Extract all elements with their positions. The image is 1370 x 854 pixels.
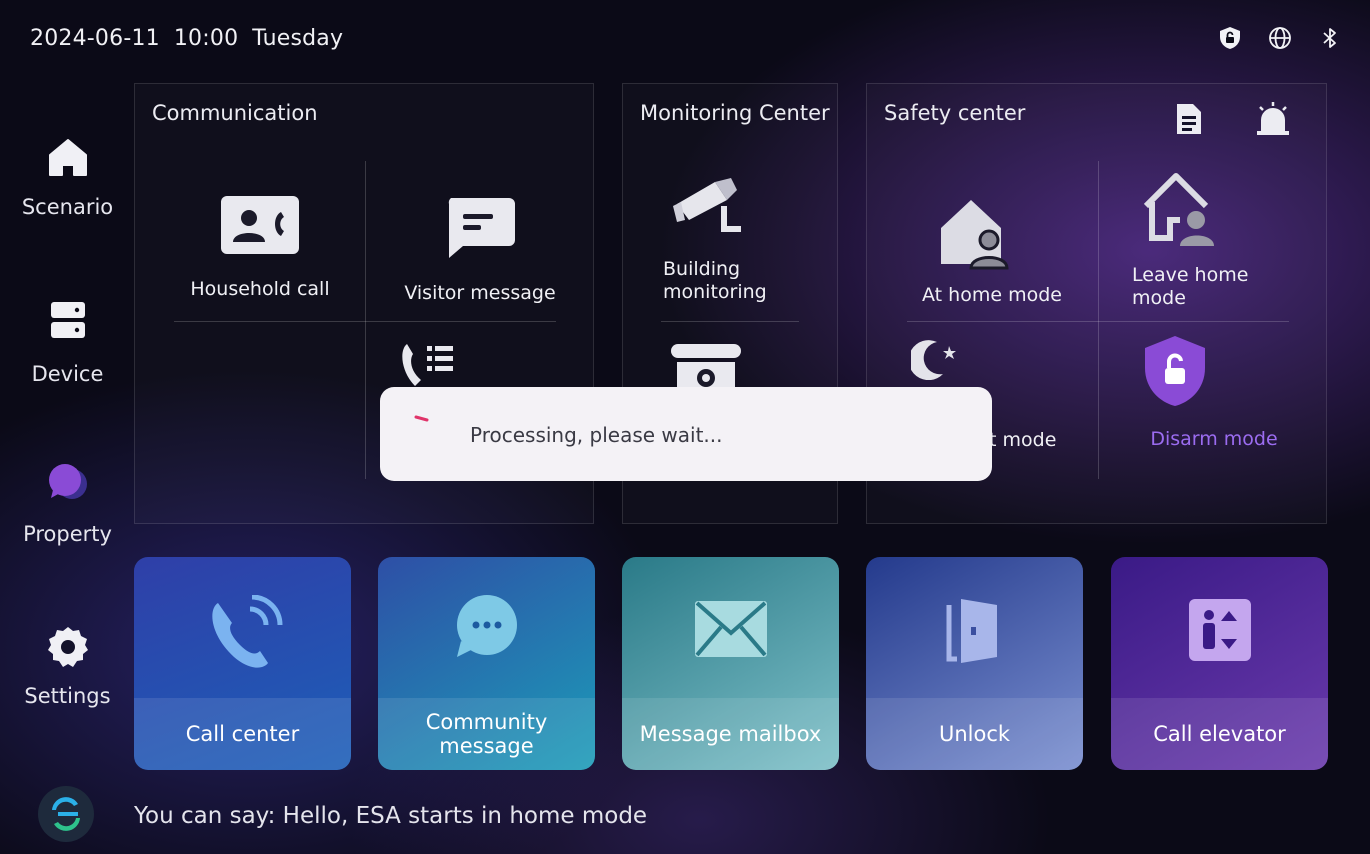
- voice-hint-text: You can say: Hello, ESA starts in home m…: [134, 803, 648, 829]
- household-call-icon: [219, 194, 301, 256]
- tile-footer: Message mailbox: [622, 698, 839, 770]
- sidebar-label-device: Device: [31, 362, 104, 386]
- night-mode-icon[interactable]: [908, 340, 961, 384]
- community-message-label: Community message: [425, 710, 548, 758]
- leave-home-mode-button[interactable]: Leave home mode: [1132, 168, 1302, 310]
- voice-assistant-button[interactable]: [34, 784, 98, 848]
- building-monitoring-label: Building monitoring: [663, 258, 767, 303]
- status-time: 10:00: [173, 26, 239, 51]
- monitoring-title: Monitoring Center: [640, 101, 830, 125]
- status-bar-datetime: 2024-06-11 10:00 Tuesday: [30, 26, 343, 51]
- call-center-label: Call center: [185, 722, 300, 746]
- unlock-label: Unlock: [938, 722, 1011, 746]
- leave-home-icon: [1140, 168, 1302, 252]
- voice-assistant-logo-icon: [34, 786, 98, 848]
- divider: [365, 161, 366, 479]
- sidebar-item-settings[interactable]: Settings: [0, 624, 135, 708]
- tile-footer: Call elevator: [1111, 698, 1328, 770]
- call-center-tile[interactable]: Call center: [134, 557, 351, 770]
- sidebar-item-device[interactable]: Device: [0, 298, 135, 386]
- call-elevator-label: Call elevator: [1153, 722, 1286, 746]
- tile-footer: Community message: [378, 698, 595, 770]
- status-date: 2024-06-11: [30, 26, 160, 51]
- status-weekday: Tuesday: [252, 26, 344, 51]
- gear-icon: [0, 624, 135, 670]
- disarm-shield-icon: [1141, 334, 1209, 408]
- document-log-icon[interactable]: [1173, 102, 1203, 140]
- bluetooth-icon[interactable]: [1316, 24, 1344, 52]
- message-mailbox-label: Message mailbox: [639, 722, 822, 746]
- disarm-mode-button[interactable]: Disarm mode: [1119, 334, 1309, 451]
- visitor-message-button[interactable]: Visitor message: [385, 196, 575, 305]
- at-home-mode-label: At home mode: [922, 284, 1062, 306]
- alarm-light-icon[interactable]: [1255, 100, 1291, 140]
- at-home-mode-button[interactable]: At home mode: [897, 194, 1087, 307]
- security-shield-icon: [1216, 24, 1244, 52]
- home-person-icon: [937, 194, 1013, 270]
- disarm-mode-label: Disarm mode: [1150, 428, 1278, 450]
- sidebar-label-scenario: Scenario: [21, 195, 114, 219]
- safety-title: Safety center: [884, 101, 1026, 125]
- sidebar-label-property: Property: [23, 522, 112, 546]
- visitor-message-label: Visitor message: [404, 282, 556, 304]
- communication-title: Communication: [152, 101, 318, 125]
- tile-footer: Unlock: [866, 698, 1083, 770]
- tile-footer: Call center: [134, 698, 351, 770]
- sidebar-label-settings: Settings: [24, 684, 111, 708]
- household-call-label: Household call: [190, 278, 330, 300]
- processing-message: Processing, please wait...: [470, 423, 723, 447]
- sidebar-item-scenario[interactable]: Scenario: [0, 135, 135, 219]
- sidebar-item-property[interactable]: Property: [0, 460, 135, 546]
- chat-bubbles-icon: [0, 460, 135, 504]
- divider: [907, 321, 1289, 322]
- server-icon: [0, 298, 135, 342]
- cctv-camera-icon: [671, 176, 823, 242]
- community-message-tile[interactable]: Community message: [378, 557, 595, 770]
- divider: [174, 321, 556, 322]
- divider: [661, 321, 799, 322]
- message-mailbox-tile[interactable]: Message mailbox: [622, 557, 839, 770]
- home-icon: [0, 135, 135, 181]
- leave-home-mode-label: Leave home mode: [1132, 264, 1249, 309]
- loading-spinner-icon: [414, 409, 430, 428]
- processing-dialog: Processing, please wait...: [380, 387, 992, 481]
- building-monitoring-button[interactable]: Building monitoring: [663, 176, 823, 304]
- household-call-button[interactable]: Household call: [165, 194, 355, 301]
- unlock-tile[interactable]: Unlock: [866, 557, 1083, 770]
- visitor-message-icon: [443, 196, 517, 262]
- call-elevator-tile[interactable]: Call elevator: [1111, 557, 1328, 770]
- status-bar-icons: [1216, 24, 1344, 52]
- globe-icon[interactable]: [1266, 24, 1294, 52]
- divider: [1098, 161, 1099, 479]
